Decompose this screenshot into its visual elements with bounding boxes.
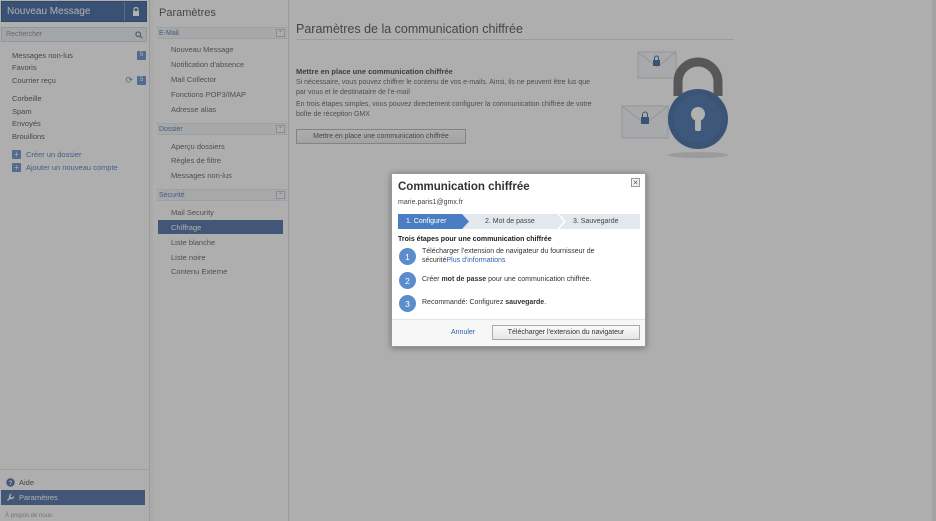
- step-number-badge: 1: [399, 248, 416, 265]
- step-text: pour une communication chiffrée.: [486, 276, 592, 284]
- step-item: 3 Recommandé: Configurez sauvegarde.: [399, 295, 634, 312]
- step-number-badge: 3: [399, 295, 416, 312]
- step-description: Recommandé: Configurez sauvegarde.: [422, 299, 546, 308]
- step-password: 2. Mot de passe: [485, 218, 535, 225]
- more-info-link[interactable]: Plus d'informations: [447, 257, 506, 264]
- account-email: marie.paris1@gmx.fr: [398, 199, 464, 206]
- step-configure: 1. Configurer: [398, 214, 469, 229]
- chevron-right-icon: [558, 214, 566, 229]
- cancel-button[interactable]: Annuler: [451, 329, 475, 336]
- step-progress: 1. Configurer 2. Mot de passe 3. Sauvega…: [398, 214, 640, 229]
- step-text: Recommandé: Configurez: [422, 299, 506, 307]
- encryption-dialog: ✕ Communication chiffrée marie.paris1@gm…: [391, 173, 646, 347]
- step-text: .: [544, 299, 547, 307]
- dialog-footer: Annuler Télécharger l'extension du navig…: [392, 319, 645, 346]
- step-item: 1 Télécharger l'extension de navigateur …: [399, 248, 634, 265]
- close-icon[interactable]: ✕: [631, 178, 640, 187]
- dialog-subtitle: Trois étapes pour une communication chif…: [398, 236, 552, 243]
- step-description: Créer mot de passe pour une communicatio…: [422, 276, 592, 285]
- step-text: Créer: [422, 276, 442, 284]
- app: Nouveau Message Messages non-lus 5 Favor…: [0, 0, 936, 521]
- step-backup: 3. Sauvegarde: [573, 218, 619, 225]
- step-description: Télécharger l'extension de navigateur du…: [422, 248, 634, 265]
- step-text-bold: mot de passe: [441, 276, 487, 284]
- step-item: 2 Créer mot de passe pour une communicat…: [399, 272, 634, 289]
- step-number-badge: 2: [399, 272, 416, 289]
- dialog-title: Communication chiffrée: [398, 181, 530, 193]
- download-extension-button[interactable]: Télécharger l'extension du navigateur: [492, 325, 640, 340]
- step-text-bold: sauvegarde: [505, 299, 545, 307]
